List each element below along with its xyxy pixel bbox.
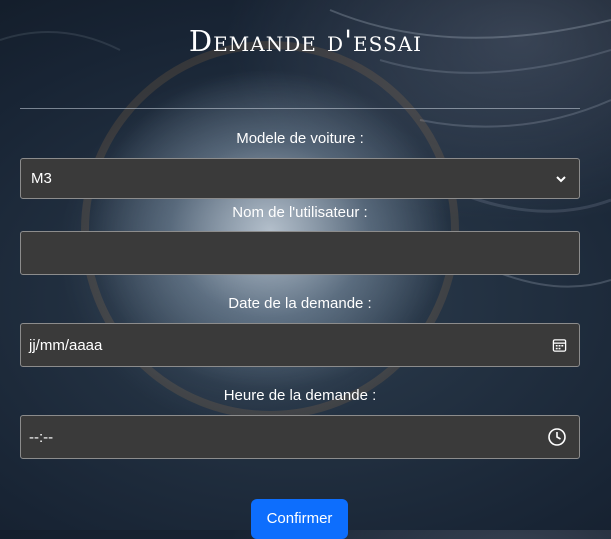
page-title: Demande d'essai: [188, 24, 423, 58]
clock-icon[interactable]: [547, 427, 567, 447]
model-select-value: M3: [31, 170, 52, 187]
time-label: Heure de la demande :: [223, 387, 377, 404]
title-divider: [20, 108, 580, 109]
confirm-button[interactable]: Confirmer: [251, 499, 348, 539]
date-placeholder: jj/mm/aaaa: [29, 336, 103, 354]
date-input[interactable]: jj/mm/aaaa: [20, 323, 580, 367]
time-placeholder: --:--: [29, 428, 54, 446]
time-input[interactable]: --:--: [20, 415, 580, 459]
user-name-input[interactable]: [20, 231, 580, 275]
model-select[interactable]: M3: [20, 158, 580, 199]
calendar-icon[interactable]: [552, 338, 567, 353]
model-label: Modele de voiture :: [236, 130, 364, 147]
date-label: Date de la demande :: [228, 295, 372, 312]
user-label: Nom de l'utilisateur :: [232, 204, 368, 221]
chevron-down-icon: [555, 173, 567, 185]
